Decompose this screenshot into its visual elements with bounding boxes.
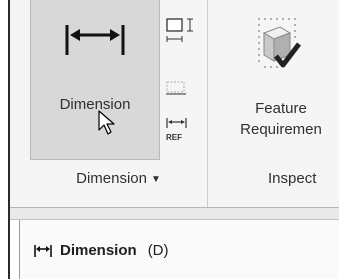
dimension-group-label: Dimension: [76, 170, 147, 187]
reference-dimension-icon[interactable]: REF: [165, 116, 189, 144]
svg-text:REF: REF: [166, 133, 182, 142]
dimension-button[interactable]: Dimension: [30, 0, 160, 160]
ribbon-separator: [207, 0, 208, 208]
mouse-cursor-icon: [98, 110, 115, 135]
baseline-dimension-icon[interactable]: [165, 80, 187, 98]
tooltip-title: Dimension: [60, 242, 137, 259]
feature-label-line1: Feature: [255, 100, 307, 117]
chevron-down-icon: ▼: [150, 174, 161, 185]
horizontal-dimension-icon: [34, 244, 52, 257]
feature-requirement-button-label[interactable]: Feature Requiremen: [216, 98, 339, 140]
app-window: Dimension REF Feature Requiremen Dimensi…: [8, 0, 339, 279]
left-edge-panel: [10, 220, 20, 279]
horizontal-dimension-icon: [65, 25, 125, 55]
ordinate-dimension-icon[interactable]: [165, 17, 195, 45]
inspect-group-label: Inspect: [268, 170, 317, 187]
dimension-group-dropdown[interactable]: Dimension ▼: [30, 170, 207, 187]
tooltip-header: Dimension (D): [34, 242, 169, 259]
ribbon: Dimension REF Feature Requiremen Dimensi…: [10, 0, 339, 208]
feature-label-line2: Requiremen: [240, 121, 322, 138]
tooltip-shortcut: (D): [147, 242, 169, 259]
feature-requirement-icon[interactable]: [256, 16, 302, 78]
dimension-button-label: Dimension: [59, 96, 131, 113]
